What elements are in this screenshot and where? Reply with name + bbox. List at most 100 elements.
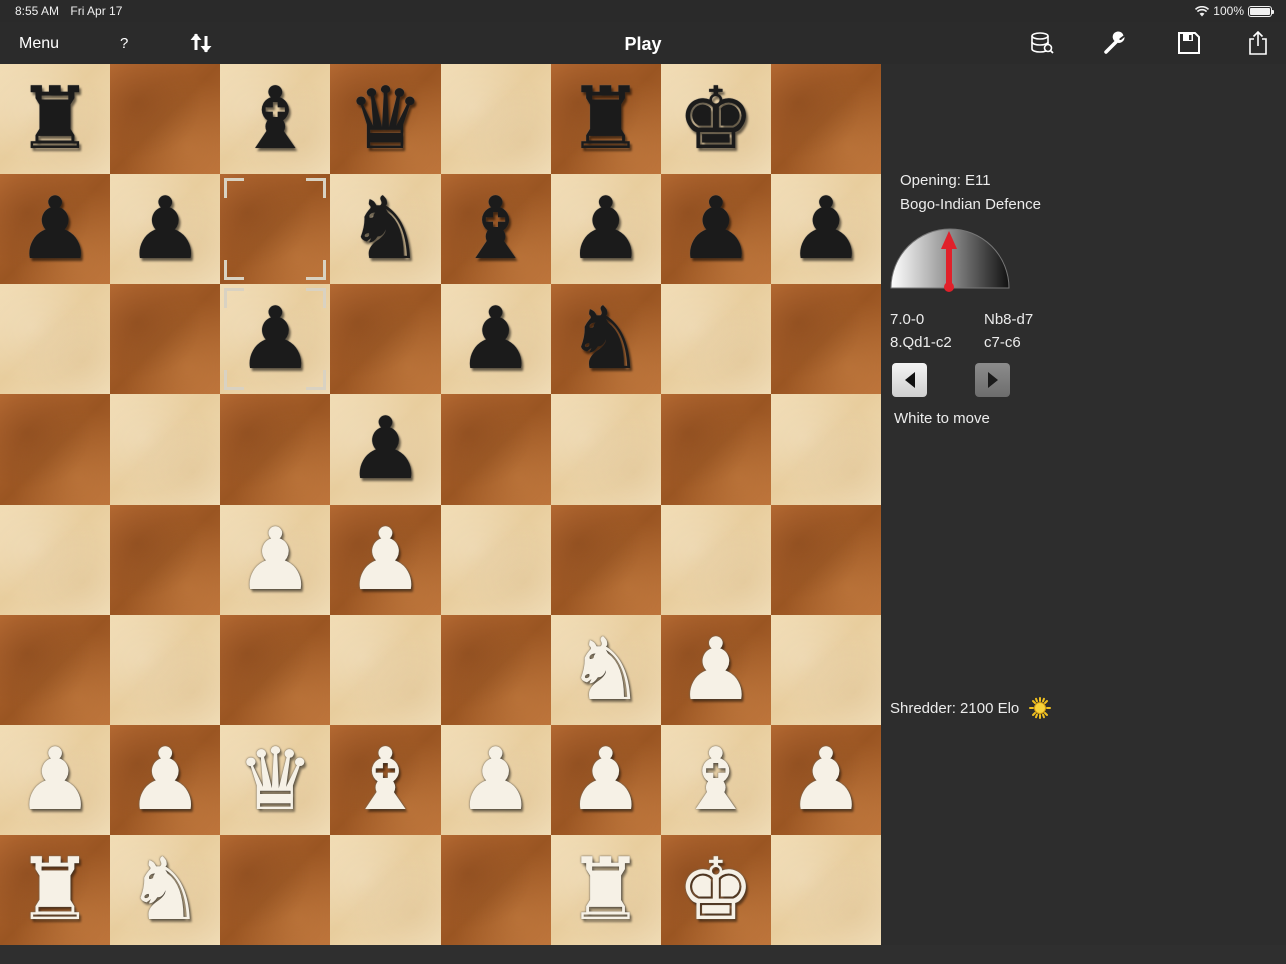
white-pawn-icon[interactable]: ♟ bbox=[237, 517, 314, 603]
white-pawn-icon[interactable]: ♟ bbox=[17, 737, 94, 823]
square-f3[interactable]: ♞ bbox=[550, 614, 661, 725]
square-h6[interactable] bbox=[770, 284, 881, 395]
square-b6[interactable] bbox=[110, 284, 221, 395]
black-pawn-icon[interactable]: ♟ bbox=[347, 406, 424, 492]
white-pawn-icon[interactable]: ♟ bbox=[567, 737, 644, 823]
black-pawn-icon[interactable]: ♟ bbox=[127, 186, 204, 272]
square-b3[interactable] bbox=[110, 614, 221, 725]
square-a6[interactable] bbox=[0, 284, 111, 395]
square-c3[interactable] bbox=[220, 614, 331, 725]
square-a4[interactable] bbox=[0, 504, 111, 615]
square-f7[interactable]: ♟ bbox=[550, 174, 661, 285]
square-h4[interactable] bbox=[770, 504, 881, 615]
square-c1[interactable] bbox=[220, 834, 331, 945]
move-row[interactable]: 8.Qd1-c2 c7-c6 bbox=[890, 331, 1033, 354]
square-f1[interactable]: ♜ bbox=[550, 834, 661, 945]
square-h1[interactable] bbox=[770, 834, 881, 945]
square-g7[interactable]: ♟ bbox=[660, 174, 771, 285]
square-a7[interactable]: ♟ bbox=[0, 174, 111, 285]
square-b7[interactable]: ♟ bbox=[110, 174, 221, 285]
square-c6[interactable]: ♟ bbox=[220, 284, 331, 395]
square-h3[interactable] bbox=[770, 614, 881, 725]
square-e4[interactable] bbox=[440, 504, 551, 615]
square-e1[interactable] bbox=[440, 834, 551, 945]
next-move-button[interactable] bbox=[975, 363, 1010, 397]
square-c7[interactable] bbox=[220, 174, 331, 285]
black-king-icon[interactable]: ♚ bbox=[677, 76, 754, 162]
square-a2[interactable]: ♟ bbox=[0, 724, 111, 835]
share-icon[interactable] bbox=[1246, 31, 1270, 55]
square-e3[interactable] bbox=[440, 614, 551, 725]
white-pawn-icon[interactable]: ♟ bbox=[787, 737, 864, 823]
square-c8[interactable]: ♝ bbox=[220, 64, 331, 175]
square-f2[interactable]: ♟ bbox=[550, 724, 661, 835]
black-pawn-icon[interactable]: ♟ bbox=[457, 296, 534, 382]
square-g1[interactable]: ♚ bbox=[660, 834, 771, 945]
square-e5[interactable] bbox=[440, 394, 551, 505]
square-h5[interactable] bbox=[770, 394, 881, 505]
square-d8[interactable]: ♛ bbox=[330, 64, 441, 175]
square-c4[interactable]: ♟ bbox=[220, 504, 331, 615]
square-e2[interactable]: ♟ bbox=[440, 724, 551, 835]
square-c5[interactable] bbox=[220, 394, 331, 505]
save-icon[interactable] bbox=[1177, 31, 1201, 55]
white-queen-icon[interactable]: ♛ bbox=[237, 737, 314, 823]
square-a5[interactable] bbox=[0, 394, 111, 505]
black-pawn-icon[interactable]: ♟ bbox=[787, 186, 864, 272]
square-f6[interactable]: ♞ bbox=[550, 284, 661, 395]
square-b8[interactable] bbox=[110, 64, 221, 175]
square-d5[interactable]: ♟ bbox=[330, 394, 441, 505]
square-g4[interactable] bbox=[660, 504, 771, 615]
move-row[interactable]: 7.0-0 Nb8-d7 bbox=[890, 308, 1033, 331]
square-g2[interactable]: ♝ bbox=[660, 724, 771, 835]
square-b5[interactable] bbox=[110, 394, 221, 505]
square-h2[interactable]: ♟ bbox=[770, 724, 881, 835]
black-rook-icon[interactable]: ♜ bbox=[17, 76, 94, 162]
black-knight-icon[interactable]: ♞ bbox=[347, 186, 424, 272]
square-h8[interactable] bbox=[770, 64, 881, 175]
square-h7[interactable]: ♟ bbox=[770, 174, 881, 285]
help-button[interactable]: ? bbox=[120, 35, 128, 52]
square-b2[interactable]: ♟ bbox=[110, 724, 221, 835]
black-queen-icon[interactable]: ♛ bbox=[347, 76, 424, 162]
black-bishop-icon[interactable]: ♝ bbox=[237, 76, 314, 162]
chess-board[interactable]: ♜ ♝ ♛ ♜ ♚ ♟ ♟ ♞ ♝ ♟ ♟ ♟ ♟ ♟ ♞ ♟ ♟ ♟ ♞ ♟ ♟ ♟ ♛ ♝ ♟ ♟ ♝ ♟ ♜ ♞ ♜ ♚ bbox=[0, 64, 881, 945]
square-d4[interactable]: ♟ bbox=[330, 504, 441, 615]
white-bishop-icon[interactable]: ♝ bbox=[347, 737, 424, 823]
white-knight-icon[interactable]: ♞ bbox=[567, 627, 644, 713]
square-g3[interactable]: ♟ bbox=[660, 614, 771, 725]
square-d1[interactable] bbox=[330, 834, 441, 945]
square-e6[interactable]: ♟ bbox=[440, 284, 551, 395]
database-icon[interactable] bbox=[1030, 31, 1054, 55]
white-rook-icon[interactable]: ♜ bbox=[567, 847, 644, 933]
black-bishop-icon[interactable]: ♝ bbox=[457, 186, 534, 272]
square-e7[interactable]: ♝ bbox=[440, 174, 551, 285]
white-pawn-icon[interactable]: ♟ bbox=[677, 627, 754, 713]
white-pawn-icon[interactable]: ♟ bbox=[347, 517, 424, 603]
black-pawn-icon[interactable]: ♟ bbox=[17, 186, 94, 272]
square-a3[interactable] bbox=[0, 614, 111, 725]
black-knight-icon[interactable]: ♞ bbox=[567, 296, 644, 382]
black-pawn-icon[interactable]: ♟ bbox=[677, 186, 754, 272]
white-rook-icon[interactable]: ♜ bbox=[17, 847, 94, 933]
black-rook-icon[interactable]: ♜ bbox=[567, 76, 644, 162]
square-f8[interactable]: ♜ bbox=[550, 64, 661, 175]
square-f5[interactable] bbox=[550, 394, 661, 505]
flip-board-icon[interactable] bbox=[189, 32, 213, 54]
white-king-icon[interactable]: ♚ bbox=[677, 847, 754, 933]
previous-move-button[interactable] bbox=[892, 363, 927, 397]
square-e8[interactable] bbox=[440, 64, 551, 175]
square-g5[interactable] bbox=[660, 394, 771, 505]
square-d7[interactable]: ♞ bbox=[330, 174, 441, 285]
engine-info[interactable]: Shredder: 2100 Elo bbox=[890, 697, 1052, 719]
white-pawn-icon[interactable]: ♟ bbox=[127, 737, 204, 823]
wrench-icon[interactable] bbox=[1103, 31, 1127, 55]
square-a1[interactable]: ♜ bbox=[0, 834, 111, 945]
black-pawn-icon[interactable]: ♟ bbox=[567, 186, 644, 272]
square-b4[interactable] bbox=[110, 504, 221, 615]
square-d6[interactable] bbox=[330, 284, 441, 395]
square-b1[interactable]: ♞ bbox=[110, 834, 221, 945]
square-a8[interactable]: ♜ bbox=[0, 64, 111, 175]
white-pawn-icon[interactable]: ♟ bbox=[457, 737, 534, 823]
square-c2[interactable]: ♛ bbox=[220, 724, 331, 835]
